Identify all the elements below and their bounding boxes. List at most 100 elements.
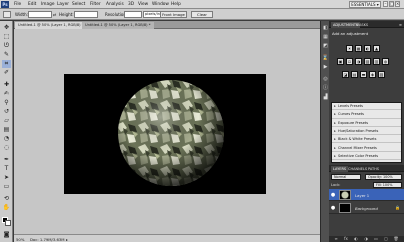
resolution-field[interactable] <box>124 11 142 18</box>
tab-document-1[interactable]: Untitled-1 @ 50% (Layer 1, RGB/8) * <box>15 22 87 29</box>
visibility-eye-icon[interactable]: ● <box>330 205 336 211</box>
height-field[interactable] <box>74 11 98 18</box>
healing-brush-tool-icon[interactable]: ✚ <box>2 81 11 89</box>
dodge-tool-icon[interactable]: ◌ <box>2 144 11 152</box>
blur-tool-icon[interactable]: ◔ <box>2 135 11 143</box>
menu-3d[interactable]: 3D <box>128 2 134 7</box>
color-balance-icon[interactable]: ◑ <box>355 58 362 65</box>
navigator-panel-icon[interactable]: ◎ <box>322 76 329 83</box>
preset-selective-color[interactable]: ▸ Selective Color Presets <box>332 153 401 161</box>
menu-window[interactable]: Window <box>152 2 169 7</box>
quick-mask-icon[interactable]: ◙ <box>2 231 11 239</box>
info-panel-icon[interactable]: ⓘ <box>322 85 329 92</box>
shape-tool-icon[interactable]: ▭ <box>2 183 11 191</box>
channel-mixer-icon[interactable]: ◍ <box>382 58 389 65</box>
layer-row-layer-1[interactable]: ● Layer 1 <box>329 189 404 201</box>
eyedropper-tool-icon[interactable]: ✐ <box>2 69 11 77</box>
hand-tool-icon[interactable]: ✋ <box>2 204 11 212</box>
move-tool-icon[interactable]: ✥ <box>2 24 11 32</box>
black-white-icon[interactable]: ▧ <box>364 58 371 65</box>
tab-masks[interactable]: MASKS <box>354 22 370 28</box>
menu-edit[interactable]: Edit <box>28 2 36 7</box>
preset-curves[interactable]: ▸ Curves Presets <box>332 111 401 119</box>
menu-file[interactable]: File <box>14 2 21 7</box>
hue-saturation-icon[interactable]: ⚖ <box>346 58 353 65</box>
history-brush-tool-icon[interactable]: ↺ <box>2 108 11 116</box>
swatches-panel-icon[interactable]: ▦ <box>322 34 329 41</box>
path-selection-tool-icon[interactable]: ➤ <box>2 174 11 182</box>
adjustment-layer-icon[interactable]: ◑ <box>363 236 369 242</box>
panel-menu-icon[interactable]: ≡ <box>397 22 404 28</box>
styles-panel-icon[interactable]: ◩ <box>322 43 329 50</box>
workspace-switcher[interactable]: ESSENTIALS ▾ <box>349 1 381 8</box>
width-field[interactable] <box>28 11 52 18</box>
posterize-icon[interactable]: ▤ <box>351 71 358 78</box>
blend-mode-select[interactable]: Normal <box>331 174 361 180</box>
delete-layer-icon[interactable]: 🗑 <box>393 236 399 242</box>
layer-row-background[interactable]: ● Background 🔒 <box>329 202 404 214</box>
swap-icon[interactable]: ⇄ <box>53 12 56 17</box>
gradient-tool-icon[interactable]: ▤ <box>2 126 11 134</box>
link-layers-icon[interactable]: ∞ <box>333 236 339 242</box>
visibility-eye-icon[interactable]: ● <box>330 192 336 198</box>
gradient-map-icon[interactable]: ◈ <box>369 71 376 78</box>
maximize-button[interactable]: □ <box>389 1 394 7</box>
preset-channel-mixer[interactable]: ▸ Channel Mixer Presets <box>332 145 401 152</box>
invert-icon[interactable]: ◪ <box>342 71 349 78</box>
quick-selection-tool-icon[interactable]: ✎ <box>2 51 11 59</box>
clone-stamp-tool-icon[interactable]: ⚲ <box>2 99 11 107</box>
crop-tool-icon[interactable] <box>3 11 11 18</box>
background-color-swatch[interactable] <box>5 220 11 226</box>
new-layer-icon[interactable]: ▢ <box>383 236 389 242</box>
histogram-panel-icon[interactable]: ▟ <box>322 94 329 101</box>
menu-layer[interactable]: Layer <box>57 2 69 7</box>
menu-help[interactable]: Help <box>171 2 181 7</box>
exposure-icon[interactable]: ▲ <box>373 45 380 52</box>
image-canvas[interactable] <box>64 74 266 194</box>
fill-field[interactable]: Fill: 100% <box>373 182 402 188</box>
preset-exposure[interactable]: ▸ Exposure Presets <box>332 120 401 127</box>
menu-filter[interactable]: Filter <box>90 2 101 7</box>
zoom-level[interactable]: 50% <box>16 237 24 242</box>
marquee-tool-icon[interactable]: ⬚ <box>2 33 11 41</box>
history-panel-icon[interactable]: ⌛ <box>322 55 329 62</box>
preset-hue-saturation[interactable]: ▸ Hue/Saturation Presets <box>332 128 401 136</box>
minimize-button[interactable]: – <box>383 1 388 7</box>
camouflage-sphere-image <box>118 80 224 186</box>
photo-filter-icon[interactable]: ▥ <box>373 58 380 65</box>
doc-size-info[interactable]: Doc: 1.79M/3.63M <box>30 237 65 242</box>
add-mask-icon[interactable]: ◐ <box>353 236 359 242</box>
preset-levels[interactable]: ▸ Levels Presets <box>332 103 401 111</box>
opacity-field[interactable]: Opacity: 100% <box>365 174 402 180</box>
eraser-tool-icon[interactable]: ▱ <box>2 117 11 125</box>
menu-image[interactable]: Image <box>41 2 54 7</box>
layer-name[interactable]: Layer 1 <box>355 193 369 198</box>
preset-black-white[interactable]: ▸ Black & White Presets <box>332 136 401 144</box>
vibrance-icon[interactable]: ▣ <box>337 58 344 65</box>
actions-panel-icon[interactable]: ▶ <box>322 64 329 71</box>
threshold-icon[interactable]: ▬ <box>360 71 367 78</box>
front-image-button[interactable]: Front Image <box>160 11 187 18</box>
3d-rotate-tool-icon[interactable]: ⟲ <box>2 195 11 203</box>
tab-paths[interactable]: PATHS <box>366 166 381 172</box>
status-menu-arrow-icon[interactable]: ▸ <box>66 237 68 242</box>
brush-tool-icon[interactable]: ✍ <box>2 90 11 98</box>
type-tool-icon[interactable]: T <box>2 165 11 173</box>
crop-tool-icon[interactable]: ⌗ <box>2 60 11 68</box>
brightness-contrast-icon[interactable]: ☀ <box>346 45 353 52</box>
tab-document-2[interactable]: Untitled-1 @ 50% (Layer 1, RGB/8) * <box>82 22 154 29</box>
color-panel-icon[interactable]: ◧ <box>322 25 329 32</box>
selective-color-icon[interactable]: ▨ <box>378 71 385 78</box>
menu-view[interactable]: View <box>138 2 148 7</box>
menu-analysis[interactable]: Analysis <box>106 2 124 7</box>
pen-tool-icon[interactable]: ✒ <box>2 156 11 164</box>
layer-style-icon[interactable]: fx <box>343 236 349 242</box>
levels-icon[interactable]: ▦ <box>355 45 362 52</box>
curves-icon[interactable]: ◐ <box>364 45 371 52</box>
lasso-tool-icon[interactable]: ᘎ <box>2 42 11 50</box>
layer-name[interactable]: Background <box>355 206 378 211</box>
close-button[interactable]: × <box>395 1 400 7</box>
menu-select[interactable]: Select <box>72 2 85 7</box>
clear-button[interactable]: Clear <box>191 11 213 18</box>
new-group-icon[interactable]: ▭ <box>373 236 379 242</box>
